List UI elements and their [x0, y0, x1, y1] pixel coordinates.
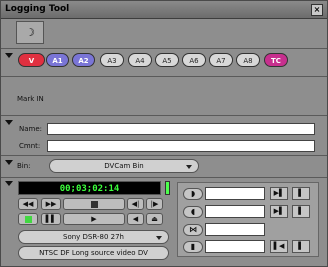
track-a3-button[interactable]: A3: [100, 53, 124, 67]
mark-in-button[interactable]: ◗: [183, 188, 203, 200]
mark-clip-button[interactable]: ▮: [183, 241, 203, 253]
status-text: Mark IN: [17, 95, 44, 103]
pause-icon: ▌▌: [45, 215, 57, 223]
duration-icon: ⋈: [189, 225, 197, 234]
close-button[interactable]: ×: [311, 4, 323, 16]
format-display: NTSC DF Long source video DV: [18, 246, 169, 260]
collapse-tracks-triangle[interactable]: [5, 53, 13, 58]
mark-panel: ◗ ▶▌ ▌ ◖ ▶▌ ▌ ⋈ ▮ ▌◀ ▌: [177, 182, 319, 257]
pause-button[interactable]: ▌▌: [41, 213, 61, 225]
logging-tool-window: Logging Tool × ☽ V A1 A2 A3 A4 A5 A6 A7 …: [0, 0, 328, 267]
go-to-out-icon: ▶▌: [273, 207, 285, 215]
mark-clip-icon: ▮: [190, 242, 196, 251]
fast-forward-icon: ▶▶: [45, 200, 57, 208]
format-text: NTSC DF Long source video DV: [39, 249, 148, 257]
track-v-button[interactable]: V: [18, 53, 45, 67]
chevron-down-icon: [156, 236, 162, 240]
mark-in-field[interactable]: [205, 187, 265, 200]
clear-out-icon: ▌: [298, 207, 304, 215]
clear-clip-icon: ▌: [298, 242, 304, 250]
timecode-display: 00;03;02:14: [18, 181, 161, 195]
duration-field[interactable]: [205, 223, 265, 236]
track-a4-button[interactable]: A4: [128, 53, 152, 67]
audio-level-meter: [165, 181, 170, 195]
clear-in-button[interactable]: ▌: [292, 187, 310, 200]
step-back-icon: ◀|: [131, 200, 140, 208]
cmnt-label: Cmnt:: [19, 142, 41, 150]
comment-input[interactable]: [47, 140, 315, 152]
duration-button[interactable]: ⋈: [183, 224, 203, 236]
play-icon: ▶: [91, 215, 97, 223]
stop-button[interactable]: [63, 198, 125, 210]
fast-forward-button[interactable]: ▶▶: [41, 198, 61, 210]
stop-icon: [90, 200, 98, 208]
clear-out-button[interactable]: ▌: [292, 205, 310, 218]
deck-dropdown[interactable]: Sony DSR-80 27h: [18, 230, 169, 244]
mark-in-icon: ◗: [190, 189, 196, 198]
go-to-start-icon: ▌◀: [273, 242, 285, 250]
bin-dropdown-value: DVCam Bin: [104, 162, 144, 170]
track-a8-button[interactable]: A8: [236, 53, 260, 67]
deck-dropdown-value: Sony DSR-80 27h: [63, 233, 124, 241]
window-title: Logging Tool: [5, 4, 70, 14]
mark-out-button[interactable]: ◖: [183, 206, 203, 218]
name-input[interactable]: [47, 123, 315, 135]
mode-moon-button[interactable]: ☽: [16, 21, 44, 44]
eject-button[interactable]: ⏏: [146, 213, 163, 225]
mark-out-field[interactable]: [205, 205, 265, 218]
collapse-clip-info-triangle[interactable]: [5, 120, 13, 125]
clip-field[interactable]: [205, 240, 265, 253]
track-a5-button[interactable]: A5: [155, 53, 179, 67]
rewind-button[interactable]: ◀◀: [18, 198, 38, 210]
track-a2-button[interactable]: A2: [72, 53, 95, 67]
title-bar[interactable]: Logging Tool ×: [1, 1, 327, 19]
track-a1-button[interactable]: A1: [46, 53, 69, 67]
go-to-out-button[interactable]: ▶▌: [270, 205, 288, 218]
bin-dropdown[interactable]: DVCam Bin: [49, 159, 199, 173]
clear-in-icon: ▌: [298, 189, 304, 197]
play-button[interactable]: ▶: [63, 213, 125, 225]
step-forward-button[interactable]: |▶: [146, 198, 163, 210]
record-icon: [24, 215, 32, 223]
shuttle-back-button[interactable]: ◀: [127, 213, 144, 225]
moon-icon: ☽: [25, 26, 35, 39]
step-back-button[interactable]: ◀|: [127, 198, 144, 210]
status-section: [1, 76, 327, 114]
shuttle-back-icon: ◀: [132, 215, 139, 223]
track-a7-button[interactable]: A7: [209, 53, 233, 67]
rewind-icon: ◀◀: [22, 200, 34, 208]
mark-out-icon: ◖: [190, 207, 196, 216]
collapse-bin-triangle[interactable]: [5, 160, 13, 165]
chevron-down-icon: [186, 165, 192, 169]
name-label: Name:: [19, 125, 43, 133]
track-a6-button[interactable]: A6: [182, 53, 206, 67]
go-to-in-icon: ▶▌: [273, 189, 285, 197]
go-to-start-button[interactable]: ▌◀: [270, 240, 288, 253]
clear-clip-button[interactable]: ▌: [292, 240, 310, 253]
record-button[interactable]: [18, 213, 38, 225]
go-to-in-button[interactable]: ▶▌: [270, 187, 288, 200]
step-forward-icon: |▶: [150, 200, 159, 208]
collapse-deck-triangle[interactable]: [5, 181, 13, 186]
eject-icon: ⏏: [151, 215, 158, 223]
track-tc-button[interactable]: TC: [264, 53, 288, 67]
bin-label: Bin:: [17, 162, 31, 170]
